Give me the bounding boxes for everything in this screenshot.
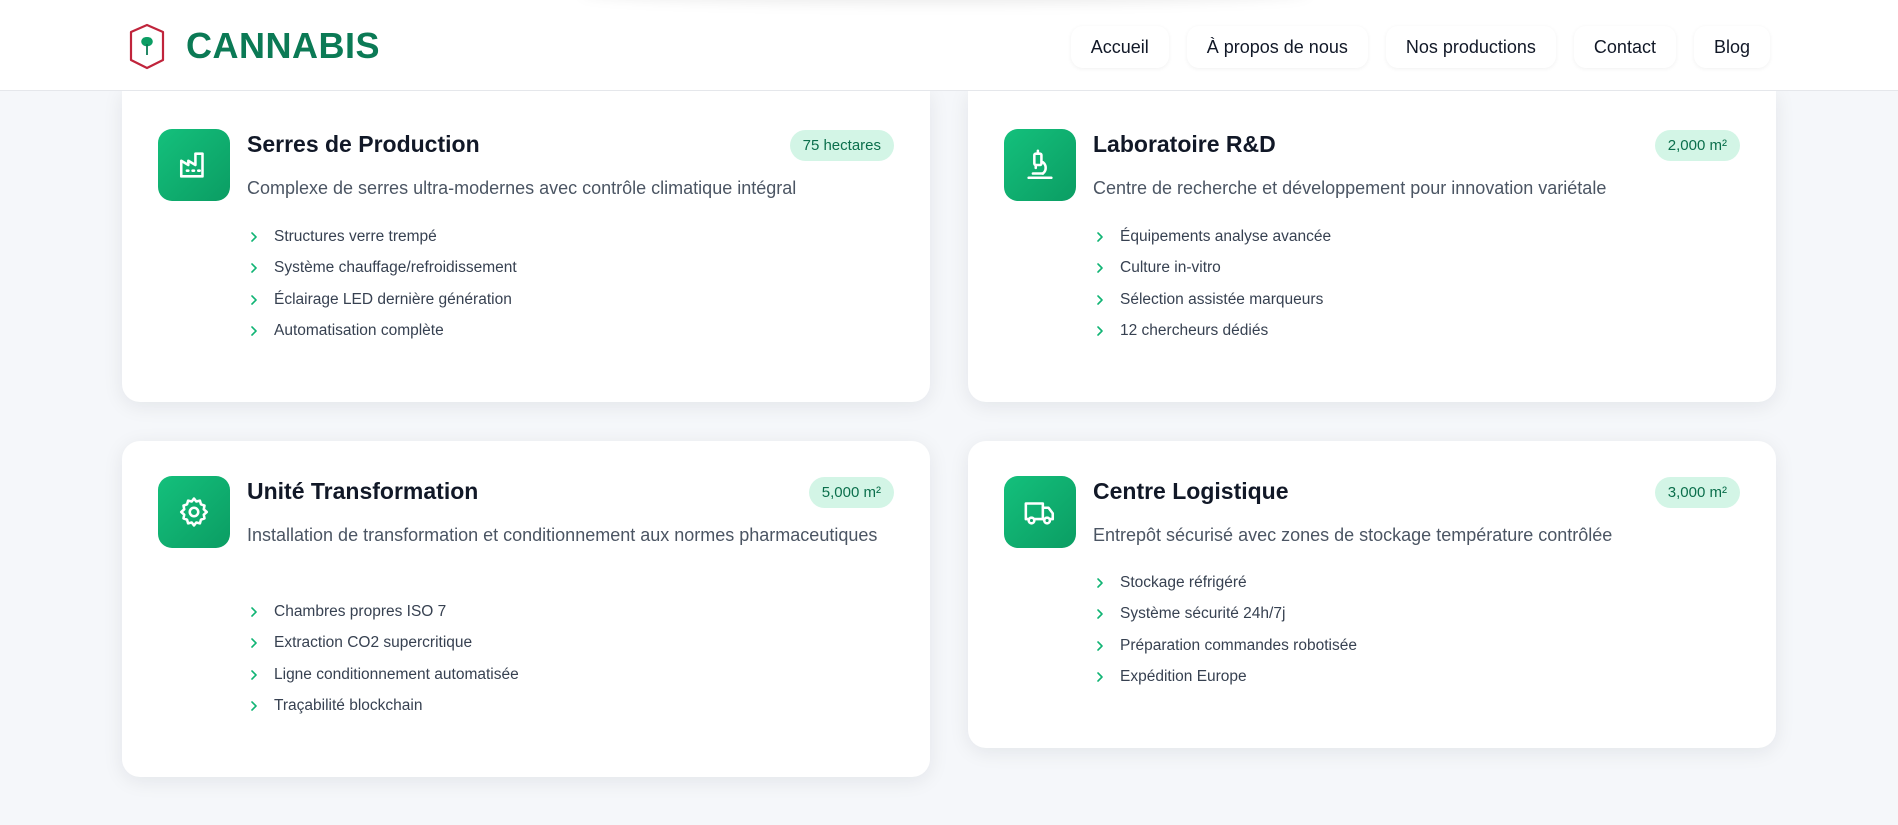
nav-nos-productions[interactable]: Nos productions — [1385, 26, 1556, 68]
feature-text: Structures verre trempé — [274, 227, 437, 245]
card-description: Centre de recherche et développement pou… — [1093, 178, 1607, 198]
card-icon-box — [1004, 476, 1076, 548]
feature-text: Extraction CO2 supercritique — [274, 634, 473, 652]
feature-text: Culture in-vitro — [1120, 259, 1221, 277]
list-item: Extraction CO2 supercritique — [247, 628, 519, 660]
list-item: Culture in-vitro — [1093, 253, 1331, 285]
chevron-right-icon — [1097, 640, 1103, 651]
brand[interactable]: CANNABIS — [128, 22, 380, 70]
feature-list: Stockage réfrigéré Système sécurité 24h/… — [1093, 567, 1357, 693]
list-item: Stockage réfrigéré — [1093, 567, 1357, 599]
feature-text: Sélection assistée marqueurs — [1120, 290, 1324, 308]
brand-name: CANNABIS — [186, 25, 381, 66]
nav-contact[interactable]: Contact — [1573, 26, 1676, 68]
card-laboratoire-rd: Laboratoire R&D 2,000 m² Centre de reche… — [968, 90, 1776, 402]
chevron-right-icon — [1097, 672, 1103, 683]
chevron-right-icon — [251, 294, 257, 305]
list-item: Ligne conditionnement automatisée — [247, 659, 519, 691]
nav-a-propos[interactable]: À propos de nous — [1186, 26, 1368, 68]
chevron-right-icon — [251, 606, 257, 617]
card-title: Serres de Production — [247, 131, 480, 157]
chevron-right-icon — [251, 669, 257, 680]
chevron-right-icon — [251, 263, 257, 274]
chevron-right-icon — [1097, 609, 1103, 620]
chevron-right-icon — [1097, 294, 1103, 305]
card-icon-box — [1004, 129, 1076, 201]
card-icon-box — [158, 476, 230, 548]
list-item: Éclairage LED dernière génération — [247, 284, 517, 316]
list-item: 12 chercheurs dédiés — [1093, 316, 1331, 348]
factory-icon — [179, 152, 204, 178]
feature-text: Traçabilité blockchain — [274, 697, 423, 715]
chevron-right-icon — [1097, 326, 1103, 337]
main-nav: Accueil À propos de nous Nos productions… — [1070, 26, 1770, 68]
microscope-icon — [1027, 149, 1053, 180]
card-title: Centre Logistique — [1093, 478, 1289, 504]
nav-accueil[interactable]: Accueil — [1070, 26, 1169, 68]
list-item: Système chauffage/refroidissement — [247, 253, 517, 285]
chevron-right-icon — [1097, 231, 1103, 242]
feature-text: Automatisation complète — [274, 322, 444, 340]
area-badge: 2,000 m² — [1654, 130, 1740, 161]
chevron-right-icon — [251, 326, 257, 337]
list-item: Préparation commandes robotisée — [1093, 630, 1357, 662]
list-item: Équipements analyse avancée — [1093, 221, 1331, 253]
feature-list: Structures verre trempé Système chauffag… — [247, 221, 517, 347]
list-item: Sélection assistée marqueurs — [1093, 284, 1331, 316]
list-item: Chambres propres ISO 7 — [247, 596, 519, 628]
feature-text: Expédition Europe — [1120, 668, 1247, 686]
chevron-right-icon — [1097, 263, 1103, 274]
chevron-right-icon — [251, 638, 257, 649]
shield-leaf-logo-icon — [129, 23, 165, 70]
feature-text: 12 chercheurs dédiés — [1120, 322, 1269, 340]
feature-text: Éclairage LED dernière génération — [274, 290, 512, 308]
card-icon-box — [158, 129, 230, 201]
chevron-right-icon — [251, 701, 257, 712]
list-item: Système sécurité 24h/7j — [1093, 599, 1357, 631]
feature-text: Système sécurité 24h/7j — [1120, 605, 1286, 623]
card-description: Installation de transformation et condit… — [247, 525, 878, 545]
gear-icon — [179, 497, 209, 527]
card-unite-transformation: Unité Transformation 5,000 m² Installati… — [122, 441, 930, 777]
feature-list: Équipements analyse avancée Culture in-v… — [1093, 221, 1331, 347]
card-description: Entrepôt sécurisé avec zones de stockage… — [1093, 525, 1613, 545]
card-serres-production: Serres de Production 75 hectares Complex… — [122, 90, 930, 402]
card-centre-logistique: Centre Logistique 3,000 m² Entrepôt sécu… — [968, 441, 1776, 748]
area-badge: 75 hectares — [789, 130, 894, 161]
feature-text: Chambres propres ISO 7 — [274, 602, 447, 620]
list-item: Expédition Europe — [1093, 662, 1357, 694]
site-header: CANNABIS Accueil À propos de nous Nos pr… — [0, 0, 1898, 91]
feature-list: Chambres propres ISO 7 Extraction CO2 su… — [247, 596, 519, 722]
feature-text: Préparation commandes robotisée — [1120, 636, 1357, 654]
chevron-right-icon — [1097, 577, 1103, 588]
area-badge: 3,000 m² — [1654, 477, 1740, 508]
nav-blog[interactable]: Blog — [1693, 26, 1770, 68]
chevron-right-icon — [251, 231, 257, 242]
card-title: Unité Transformation — [247, 478, 479, 504]
card-description: Complexe de serres ultra-modernes avec c… — [247, 178, 797, 198]
feature-text: Stockage réfrigéré — [1120, 573, 1247, 591]
feature-text: Système chauffage/refroidissement — [274, 259, 517, 277]
area-badge: 5,000 m² — [808, 477, 894, 508]
truck-icon — [1024, 502, 1055, 525]
feature-text: Équipements analyse avancée — [1120, 227, 1332, 245]
card-title: Laboratoire R&D — [1093, 131, 1276, 157]
list-item: Traçabilité blockchain — [247, 691, 519, 723]
feature-text: Ligne conditionnement automatisée — [274, 665, 519, 683]
list-item: Structures verre trempé — [247, 221, 517, 253]
list-item: Automatisation complète — [247, 316, 517, 348]
